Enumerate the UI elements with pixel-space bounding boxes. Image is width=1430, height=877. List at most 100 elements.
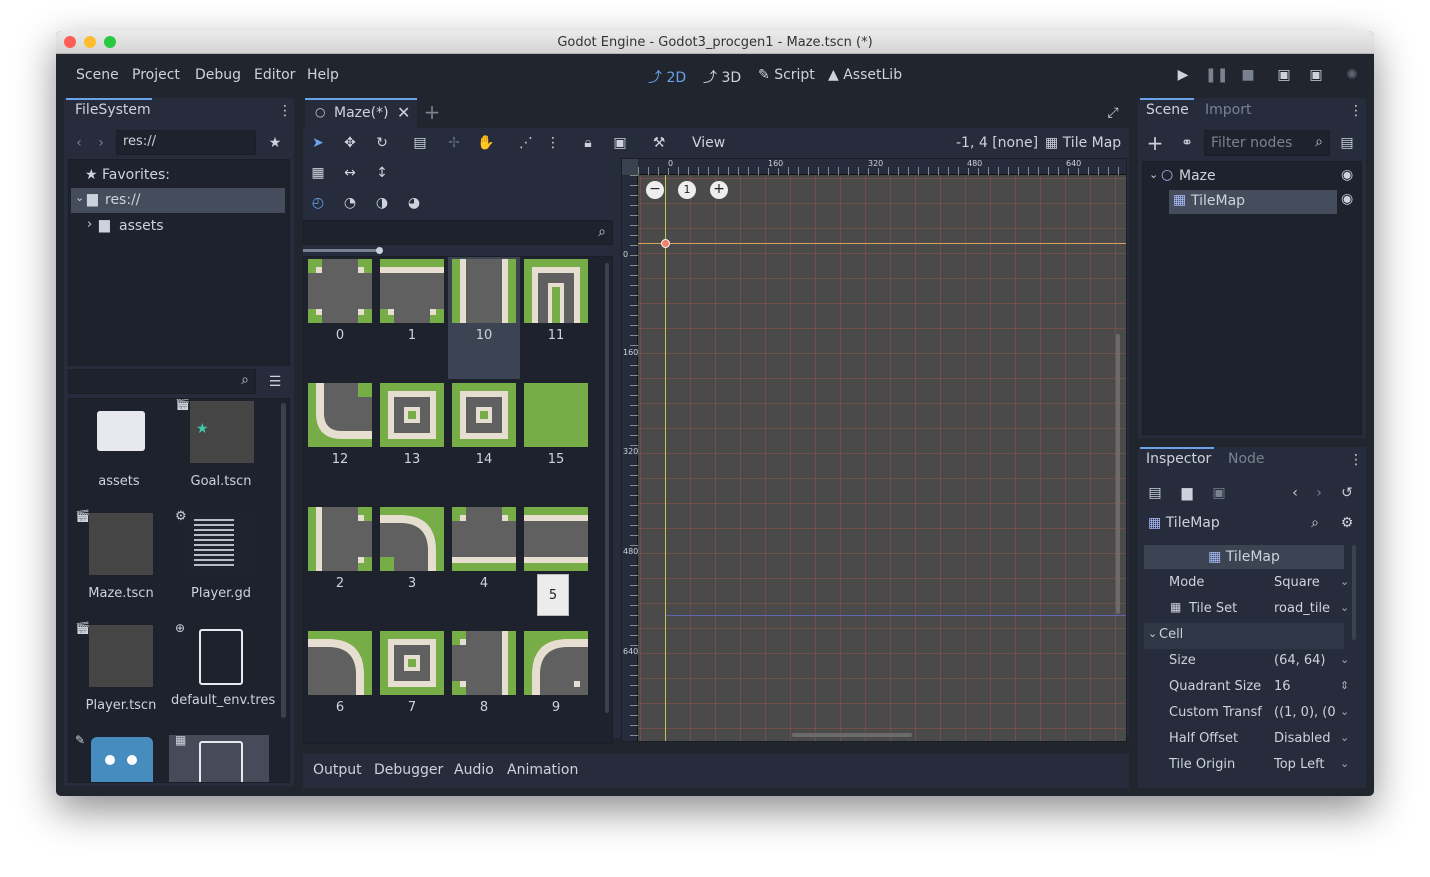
- property-row[interactable]: Tile Set ▦ road_tile ⌄: [1144, 597, 1356, 623]
- mirror-y-icon[interactable]: ↕: [371, 163, 393, 183]
- close-tab-icon[interactable]: ✕: [397, 103, 410, 122]
- add-tab-icon[interactable]: +: [421, 102, 443, 122]
- bone-icon[interactable]: ⚒: [648, 133, 670, 153]
- tile-9[interactable]: [524, 631, 588, 695]
- dock-menu-icon[interactable]: ⋮: [1345, 450, 1367, 470]
- tab-debugger[interactable]: Debugger: [374, 762, 443, 778]
- canvas-viewport[interactable]: 0 160 320 480 640 0 160 320 480 640 − 1 …: [621, 158, 1127, 742]
- tile-14[interactable]: [452, 383, 516, 447]
- move-tool-icon[interactable]: ✥: [339, 133, 361, 153]
- rotate-180-icon[interactable]: ◑: [371, 193, 393, 213]
- property-row[interactable]: Size (64, 64) ⌄: [1144, 649, 1356, 675]
- rotate-270-icon[interactable]: ◕: [403, 193, 425, 213]
- rotate-90-icon[interactable]: ◔: [339, 193, 361, 213]
- workspace-3d[interactable]: ⤴ 3D: [703, 67, 741, 87]
- viewport-vscrollbar[interactable]: [1116, 334, 1120, 614]
- favorites-node[interactable]: ★ Favorites:: [85, 167, 170, 183]
- rotate-tool-icon[interactable]: ↻: [371, 133, 393, 153]
- filter-nodes-field[interactable]: Filter nodes ⌕: [1204, 130, 1330, 156]
- tile-10[interactable]: [452, 259, 516, 323]
- file-item-default-env[interactable]: ⊕ default_env.tres: [169, 621, 275, 733]
- view-menu[interactable]: View: [692, 135, 725, 151]
- property-row[interactable]: Tile Origin Top Left ⌄: [1144, 753, 1356, 779]
- menu-project[interactable]: Project: [132, 67, 180, 83]
- workspace-script[interactable]: ✎ Script: [758, 67, 815, 83]
- menu-debug[interactable]: Debug: [195, 67, 241, 83]
- zoom-out-icon[interactable]: −: [646, 181, 664, 199]
- tile-13[interactable]: [380, 383, 444, 447]
- tree-row-maze[interactable]: ⌄ ○ Maze ◉: [1145, 166, 1359, 188]
- tile-palette-scrollbar[interactable]: [605, 263, 609, 713]
- play-scene-icon[interactable]: ▣: [1273, 65, 1295, 85]
- tab-scene[interactable]: Scene: [1146, 102, 1189, 118]
- file-item-icon-png[interactable]: ✎: [69, 733, 169, 782]
- snap-icon[interactable]: ⋰: [515, 133, 537, 153]
- path-field[interactable]: res://: [116, 130, 256, 155]
- file-item-player-tscn[interactable]: 🎬︎ Player.tscn: [69, 621, 169, 733]
- list-view-icon[interactable]: ☰: [264, 372, 286, 392]
- search-icon[interactable]: ⌕: [1304, 513, 1326, 533]
- new-resource-icon[interactable]: ▤: [1144, 483, 1166, 503]
- tab-inspector[interactable]: Inspector: [1146, 451, 1211, 467]
- script-attach-icon[interactable]: ▤: [1336, 133, 1358, 153]
- file-item-player-gd[interactable]: ⚙ Player.gd: [169, 509, 269, 621]
- pan-tool-icon[interactable]: ✋: [475, 133, 497, 153]
- file-search-field[interactable]: ⌕: [68, 369, 256, 394]
- file-item-goal[interactable]: 🎬︎ ★ Goal.tscn: [169, 399, 269, 509]
- tile-search-field[interactable]: ⌕: [303, 220, 613, 245]
- zoom-in-icon[interactable]: +: [710, 181, 728, 199]
- pause-icon[interactable]: ❚❚: [1205, 65, 1228, 85]
- add-node-icon[interactable]: +: [1144, 133, 1166, 153]
- workspace-assetlib[interactable]: ▲ AssetLib: [828, 67, 902, 83]
- dock-menu-icon[interactable]: ⋮: [1345, 101, 1367, 121]
- tile-1[interactable]: [380, 259, 444, 323]
- menu-help[interactable]: Help: [307, 67, 339, 83]
- play-icon[interactable]: ▶: [1172, 65, 1194, 85]
- tab-node[interactable]: Node: [1228, 451, 1265, 467]
- tab-audio[interactable]: Audio: [454, 762, 494, 778]
- tab-output[interactable]: Output: [313, 762, 362, 778]
- group-cell[interactable]: ⌄ Cell: [1144, 623, 1344, 649]
- tab-import[interactable]: Import: [1205, 102, 1251, 118]
- visibility-icon[interactable]: ◉: [1341, 167, 1353, 183]
- tile-4[interactable]: [452, 507, 516, 571]
- pivot-tool-icon[interactable]: ✢: [443, 133, 465, 153]
- snap-options-icon[interactable]: ⋮: [542, 133, 564, 153]
- maximize-window-button[interactable]: [104, 36, 116, 48]
- play-custom-scene-icon[interactable]: ▣: [1305, 65, 1327, 85]
- history-icon[interactable]: ↺: [1336, 483, 1358, 503]
- mirror-x-icon[interactable]: ↔: [339, 163, 361, 183]
- property-row[interactable]: Custom Transf ((1, 0), (0 ⌄: [1144, 701, 1356, 727]
- tab-filesystem[interactable]: FileSystem: [75, 102, 151, 118]
- tree-row-assets[interactable]: › ▆ assets: [71, 214, 285, 239]
- tile-8[interactable]: [452, 631, 516, 695]
- distraction-free-icon[interactable]: ⤢: [1102, 103, 1124, 123]
- stop-icon[interactable]: ■: [1237, 65, 1259, 85]
- menu-scene[interactable]: Scene: [76, 67, 119, 83]
- dock-menu-icon[interactable]: ⋮: [274, 101, 296, 121]
- zoom-reset-icon[interactable]: 1: [678, 181, 696, 199]
- file-item-assets[interactable]: assets: [69, 399, 169, 509]
- property-row[interactable]: Mode Square ⌄: [1144, 571, 1356, 597]
- list-select-icon[interactable]: ▤: [409, 133, 431, 153]
- tree-row-tilemap[interactable]: ▦ TileMap: [1169, 190, 1337, 214]
- tree-row-res[interactable]: ⌄ ▆ res://: [71, 188, 285, 213]
- favorite-star-icon[interactable]: ★: [264, 133, 286, 153]
- tile-5[interactable]: [524, 507, 588, 571]
- tile-12[interactable]: [308, 383, 372, 447]
- rotate-0-icon[interactable]: ◴: [307, 193, 329, 213]
- property-row[interactable]: Quadrant Size 16 ⇕: [1144, 675, 1356, 701]
- file-item-tileset[interactable]: ▦: [169, 733, 269, 782]
- tile-6[interactable]: [308, 631, 372, 695]
- tab-animation[interactable]: Animation: [507, 762, 578, 778]
- back-icon[interactable]: ‹: [68, 133, 90, 153]
- viewport-hscrollbar[interactable]: [792, 733, 912, 737]
- tile-zoom-slider[interactable]: [303, 249, 381, 252]
- lock-icon[interactable]: 🔒︎: [577, 133, 599, 153]
- open-folder-icon[interactable]: ▆: [1176, 483, 1198, 503]
- file-grid-scrollbar[interactable]: [281, 403, 286, 718]
- tile-11[interactable]: [524, 259, 588, 323]
- history-back-icon[interactable]: ‹: [1284, 483, 1306, 503]
- select-tool-icon[interactable]: ➤: [307, 133, 329, 153]
- slider-handle[interactable]: [376, 247, 383, 254]
